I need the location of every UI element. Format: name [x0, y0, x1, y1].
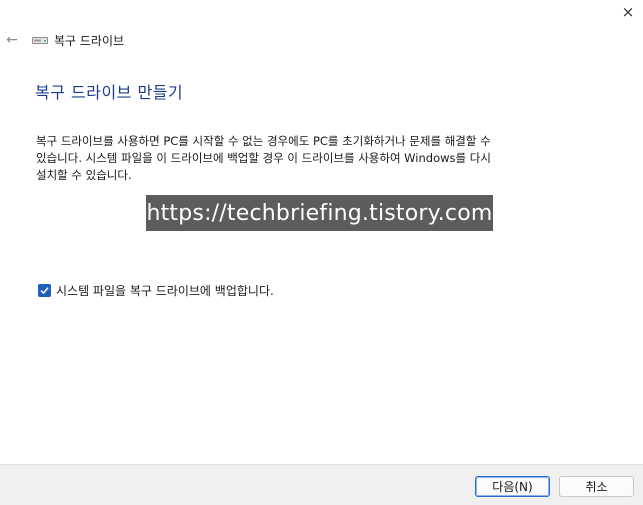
next-button[interactable]: 다음(N)	[475, 476, 550, 497]
window-title: 복구 드라이브	[54, 33, 125, 48]
back-arrow-icon: ←	[6, 32, 18, 48]
description-line: 설치할 수 있습니다.	[36, 168, 132, 182]
watermark: https://techbriefing.tistory.com	[146, 195, 493, 231]
page-heading: 복구 드라이브 만들기	[35, 83, 184, 102]
checkmark-icon	[40, 287, 49, 295]
backup-checkbox[interactable]	[38, 284, 51, 297]
window-titlebar: 복구 드라이브	[32, 31, 124, 49]
drive-icon	[32, 37, 48, 44]
close-button[interactable]: ×	[613, 0, 643, 24]
description: 복구 드라이브를 사용하면 PC를 시작할 수 없는 경우에도 PC를 초기화하…	[36, 133, 566, 184]
cancel-button[interactable]: 취소	[559, 476, 634, 497]
backup-checkbox-label: 시스템 파일을 복구 드라이브에 백업합니다.	[56, 284, 274, 298]
back-button[interactable]: ←	[2, 31, 22, 49]
footer-bar: 다음(N) 취소	[0, 464, 643, 505]
description-line: 복구 드라이브를 사용하면 PC를 시작할 수 없는 경우에도 PC를 초기화하…	[36, 134, 491, 148]
description-line: 있습니다. 시스템 파일을 이 드라이브에 백업할 경우 이 드라이브를 사용하…	[36, 151, 491, 165]
backup-system-files-checkbox-row[interactable]: 시스템 파일을 복구 드라이브에 백업합니다.	[38, 282, 274, 299]
close-icon: ×	[621, 3, 635, 21]
